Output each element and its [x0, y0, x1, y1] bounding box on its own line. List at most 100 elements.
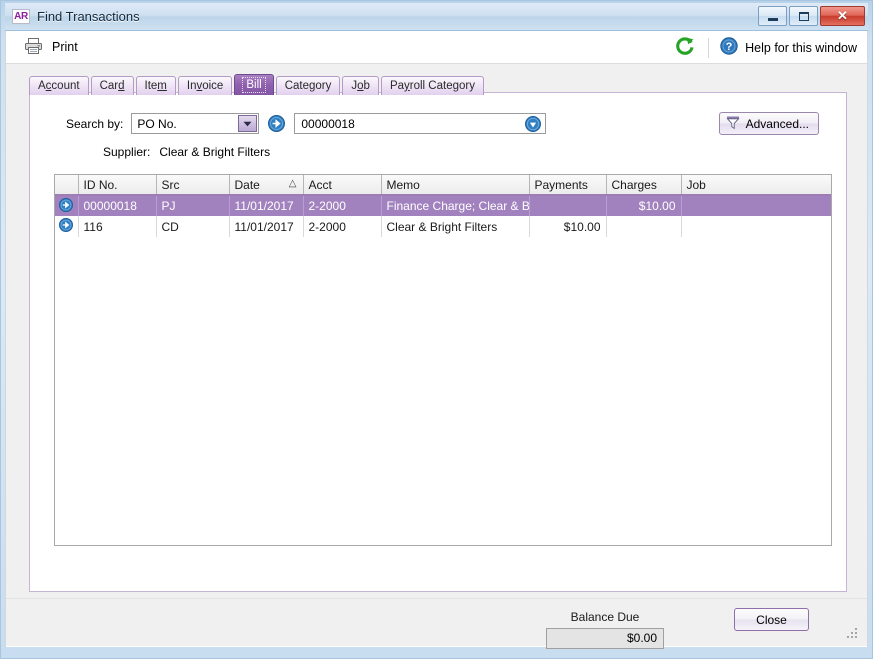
tab-strip: Account Card Item Invoice Bill Category Job Pay…	[29, 74, 484, 95]
tab-invoice[interactable]: Invoice	[177, 76, 233, 95]
column-header-charges[interactable]: Charges	[606, 175, 682, 196]
search-by-dropdown[interactable]: PO No.	[131, 113, 260, 134]
advanced-label: Advanced...	[745, 116, 809, 131]
go-arrow-icon[interactable]	[268, 115, 286, 132]
refresh-button[interactable]	[673, 34, 697, 61]
cell-payments	[529, 195, 607, 216]
column-header-label: Memo	[386, 177, 420, 192]
cell-job	[681, 216, 831, 237]
column-header-label: Src	[161, 177, 180, 192]
row-select-arrow-icon[interactable]	[55, 195, 79, 216]
cell-src: PJ	[156, 195, 230, 216]
balance-due-area: Balance Due $0.00	[546, 610, 664, 649]
title-bar: AR Find Transactions ✕	[5, 3, 868, 31]
column-header-label: Job	[686, 177, 706, 192]
tab-item[interactable]: Item	[135, 76, 176, 95]
help-label: Help for this window	[745, 40, 857, 55]
column-header-rowhdr[interactable]	[55, 175, 79, 196]
minimize-icon	[767, 17, 778, 21]
footer-bar: Close	[6, 598, 867, 646]
filter-funnel-icon	[726, 115, 740, 133]
toolbar: Print ? Help for this window	[6, 31, 867, 64]
cell-acct: 2-2000	[303, 195, 382, 216]
resize-grip[interactable]	[847, 628, 859, 640]
cell-payments: $10.00	[529, 216, 607, 237]
table-row[interactable]: 00000018 PJ 11/01/2017 2-2000 Finance Charge…	[55, 195, 831, 216]
chevron-down-icon[interactable]	[238, 115, 258, 132]
tab-category[interactable]: Category	[275, 76, 341, 95]
svg-text:?: ?	[726, 41, 733, 53]
refresh-icon	[675, 36, 695, 59]
printer-icon	[24, 37, 43, 58]
cell-acct: 2-2000	[303, 216, 382, 237]
column-header-memo[interactable]: Memo	[381, 175, 530, 196]
cell-date: 11/01/2017	[229, 195, 304, 216]
cell-src: CD	[156, 216, 230, 237]
row-select-arrow-icon[interactable]	[55, 216, 79, 237]
cell-id_no: 00000018	[78, 195, 157, 216]
balance-due-value: $0.00	[546, 628, 664, 649]
maximize-button[interactable]	[789, 6, 818, 26]
toolbar-divider	[708, 37, 710, 58]
help-question-icon: ?	[720, 37, 738, 58]
cell-job	[681, 195, 831, 216]
search-by-label: Search by:	[66, 116, 124, 131]
supplier-label: Supplier:	[103, 145, 151, 159]
column-header-payments[interactable]: Payments	[529, 175, 607, 196]
tab-label: Card	[99, 80, 125, 92]
search-row: Search by: PO No.	[66, 113, 547, 135]
cell-memo: Finance Charge; Clear & Bright Filters	[381, 195, 530, 216]
print-button[interactable]: Print	[19, 35, 83, 60]
print-label: Print	[52, 40, 78, 54]
column-header-id_no[interactable]: ID No.	[78, 175, 157, 196]
cell-id_no: 116	[78, 216, 157, 237]
toolbar-right-group: ? Help for this window	[673, 31, 857, 64]
help-link[interactable]: ? Help for this window	[720, 37, 857, 58]
column-header-label: Date	[234, 177, 260, 192]
search-input[interactable]	[299, 115, 520, 132]
tab-bill[interactable]: Bill	[234, 74, 274, 95]
balance-due-label: Balance Due	[570, 610, 640, 624]
client-area: Print ? Help for this window Account Car…	[5, 31, 868, 649]
dropdown-list-icon[interactable]	[525, 116, 542, 135]
maximize-icon	[798, 11, 809, 21]
advanced-button[interactable]: Advanced...	[718, 112, 819, 135]
column-header-label: Payments	[534, 177, 588, 192]
close-window-button[interactable]: ✕	[820, 6, 865, 26]
sort-ascending-icon: △	[288, 178, 297, 189]
cell-charges	[606, 216, 682, 237]
column-header-label: Acct	[308, 177, 332, 192]
tab-label: Category	[284, 80, 332, 92]
table-row[interactable]: 116 CD 11/01/2017 2-2000 Clear & Bright Filt…	[55, 216, 831, 237]
search-by-value: PO No.	[137, 116, 177, 131]
cell-memo: Clear & Bright Filters	[381, 216, 530, 237]
tab-label: Bill	[242, 77, 266, 93]
body-panel: Account Card Item Invoice Bill Category Job Pay…	[6, 64, 867, 649]
cell-charges: $10.00	[606, 195, 682, 216]
tab-card[interactable]: Card	[90, 76, 134, 95]
column-header-label: Charges	[611, 177, 657, 192]
transactions-grid[interactable]: ID No. Src Date △ Acct Memo Payments Charges Job…	[54, 174, 832, 546]
search-input-wrapper[interactable]	[294, 113, 547, 135]
tab-label: Payroll Category	[389, 80, 475, 92]
window-controls: ✕	[758, 6, 865, 26]
tab-label: Item	[144, 80, 167, 92]
column-header-acct[interactable]: Acct	[303, 175, 382, 196]
close-button[interactable]: Close	[734, 608, 809, 631]
tab-label: Job	[351, 80, 370, 92]
column-header-date[interactable]: Date △	[229, 175, 304, 196]
supplier-row: Supplier: Clear & Bright Filters	[66, 145, 270, 159]
tab-job[interactable]: Job	[342, 76, 379, 95]
tab-payroll-category[interactable]: Payroll Category	[380, 76, 484, 95]
table-header-row: ID No. Src Date △ Acct Memo Payments Charges Job	[55, 175, 831, 196]
column-header-job[interactable]: Job	[681, 175, 831, 196]
column-header-label: ID No.	[83, 177, 118, 192]
transactions-table: ID No. Src Date △ Acct Memo Payments Charges Job…	[55, 175, 831, 237]
tab-label: Invoice	[186, 80, 224, 92]
window-title: Find Transactions	[37, 9, 140, 24]
column-header-src[interactable]: Src	[156, 175, 230, 196]
content-card: Search by: PO No. 00000018 Advanced... S…	[29, 92, 847, 592]
cell-date: 11/01/2017	[229, 216, 304, 237]
tab-account[interactable]: Account	[29, 76, 89, 95]
minimize-button[interactable]	[758, 6, 787, 26]
